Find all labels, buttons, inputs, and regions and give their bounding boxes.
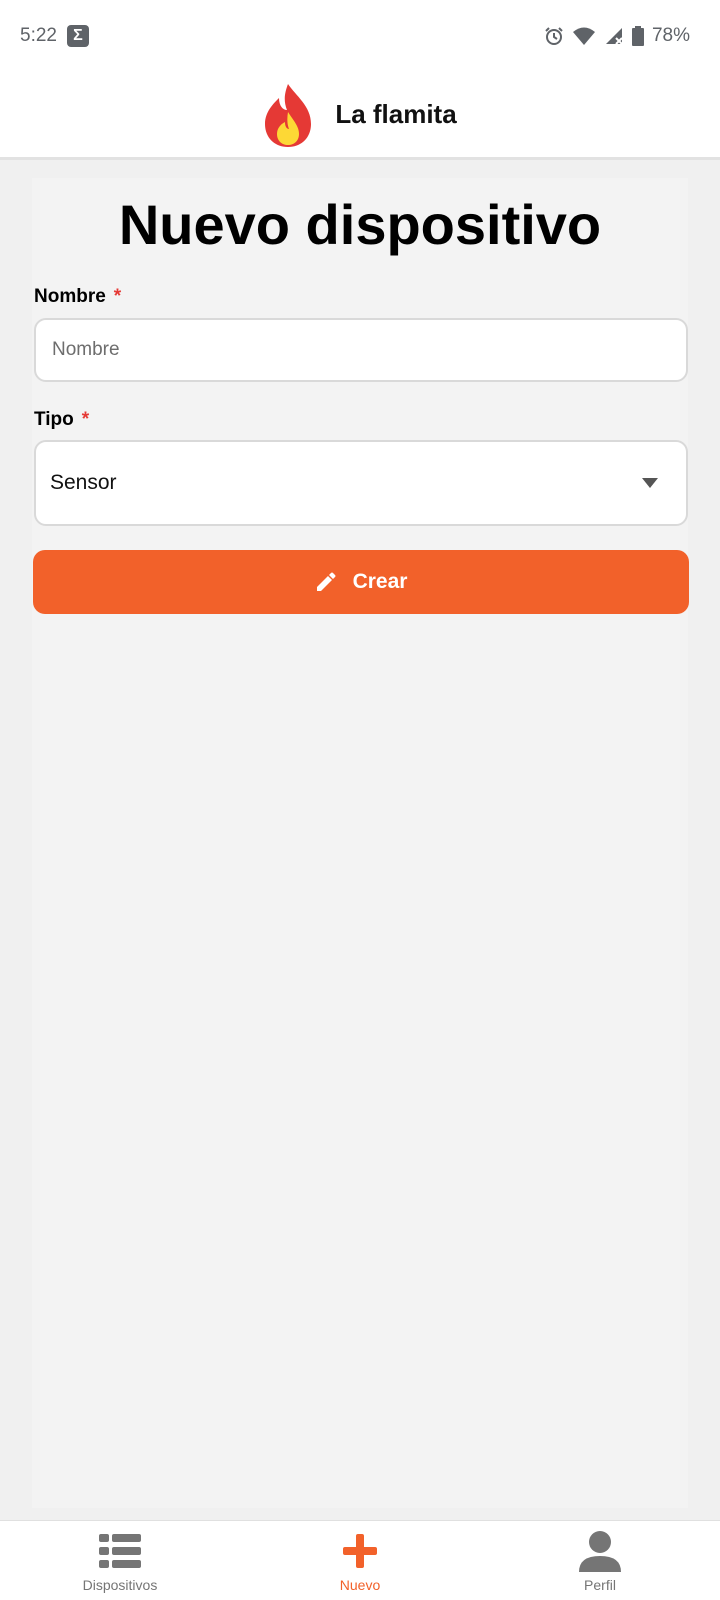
- status-left: 5:22 Σ: [20, 25, 89, 47]
- app-header: La flamita: [0, 72, 720, 160]
- nav-label: Perfil: [584, 1577, 616, 1593]
- signal-icon: [605, 28, 623, 45]
- status-bar: 5:22 Σ 78%: [0, 0, 720, 72]
- nav-label: Dispositivos: [82, 1577, 158, 1593]
- name-label-text: Nombre: [34, 286, 106, 307]
- type-select[interactable]: Sensor: [34, 440, 688, 526]
- type-select-value: Sensor: [50, 471, 117, 494]
- page-title: Nuevo dispositivo: [118, 193, 602, 256]
- list-icon: [99, 1531, 141, 1571]
- name-label: Nombre *: [34, 286, 121, 308]
- type-label: Tipo *: [34, 409, 89, 431]
- nav-label: Nuevo: [339, 1577, 381, 1593]
- plus-icon: [343, 1531, 377, 1571]
- form-card: Nuevo dispositivo Nombre * Tipo * Sensor C…: [32, 178, 689, 1508]
- caret-down-icon: [642, 478, 658, 488]
- required-marker: *: [113, 286, 122, 307]
- wifi-icon: [572, 27, 595, 45]
- nav-item-perfil[interactable]: Perfil: [480, 1521, 720, 1600]
- pencil-icon: [316, 572, 336, 591]
- user-icon: [579, 1531, 621, 1572]
- create-button[interactable]: Crear: [33, 550, 689, 614]
- required-marker: *: [81, 409, 90, 430]
- battery-icon: [631, 26, 644, 46]
- bottom-nav: Dispositivos Nuevo Perfil: [0, 1520, 720, 1600]
- name-input[interactable]: [34, 318, 688, 382]
- alarm-icon: [545, 27, 563, 45]
- nav-item-dispositivos[interactable]: Dispositivos: [0, 1521, 240, 1600]
- create-button-label: Crear: [352, 570, 408, 593]
- status-time: 5:22: [20, 25, 57, 46]
- flame-icon: [265, 83, 312, 147]
- sigma-icon: Σ: [66, 25, 89, 47]
- battery-percent: 78%: [651, 25, 690, 46]
- app-title: La flamita: [335, 99, 457, 129]
- nav-item-nuevo[interactable]: Nuevo: [240, 1521, 480, 1600]
- type-label-text: Tipo: [34, 409, 74, 430]
- status-right: 78%: [544, 25, 690, 47]
